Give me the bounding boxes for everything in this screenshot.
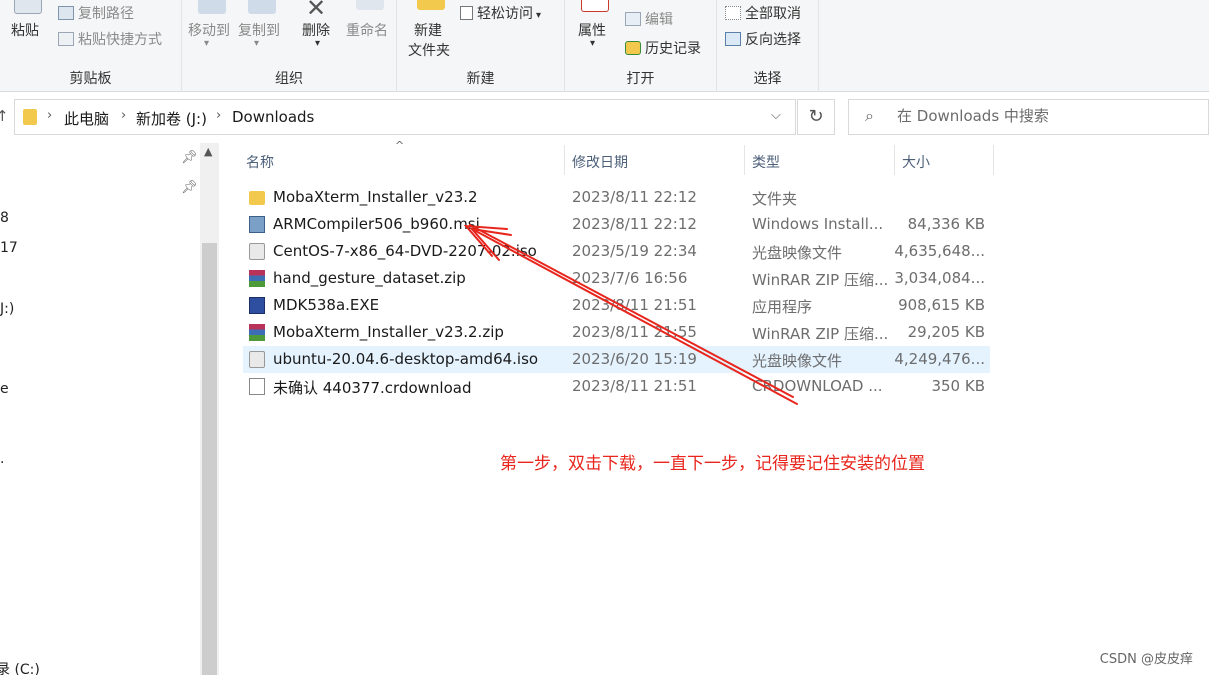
- watermark: CSDN @皮皮痒: [1099, 652, 1193, 667]
- annotation-text: 第一步，双击下载，一直下一步，记得要记住安装的位置: [500, 454, 925, 474]
- annotation-arrow: [463, 224, 798, 405]
